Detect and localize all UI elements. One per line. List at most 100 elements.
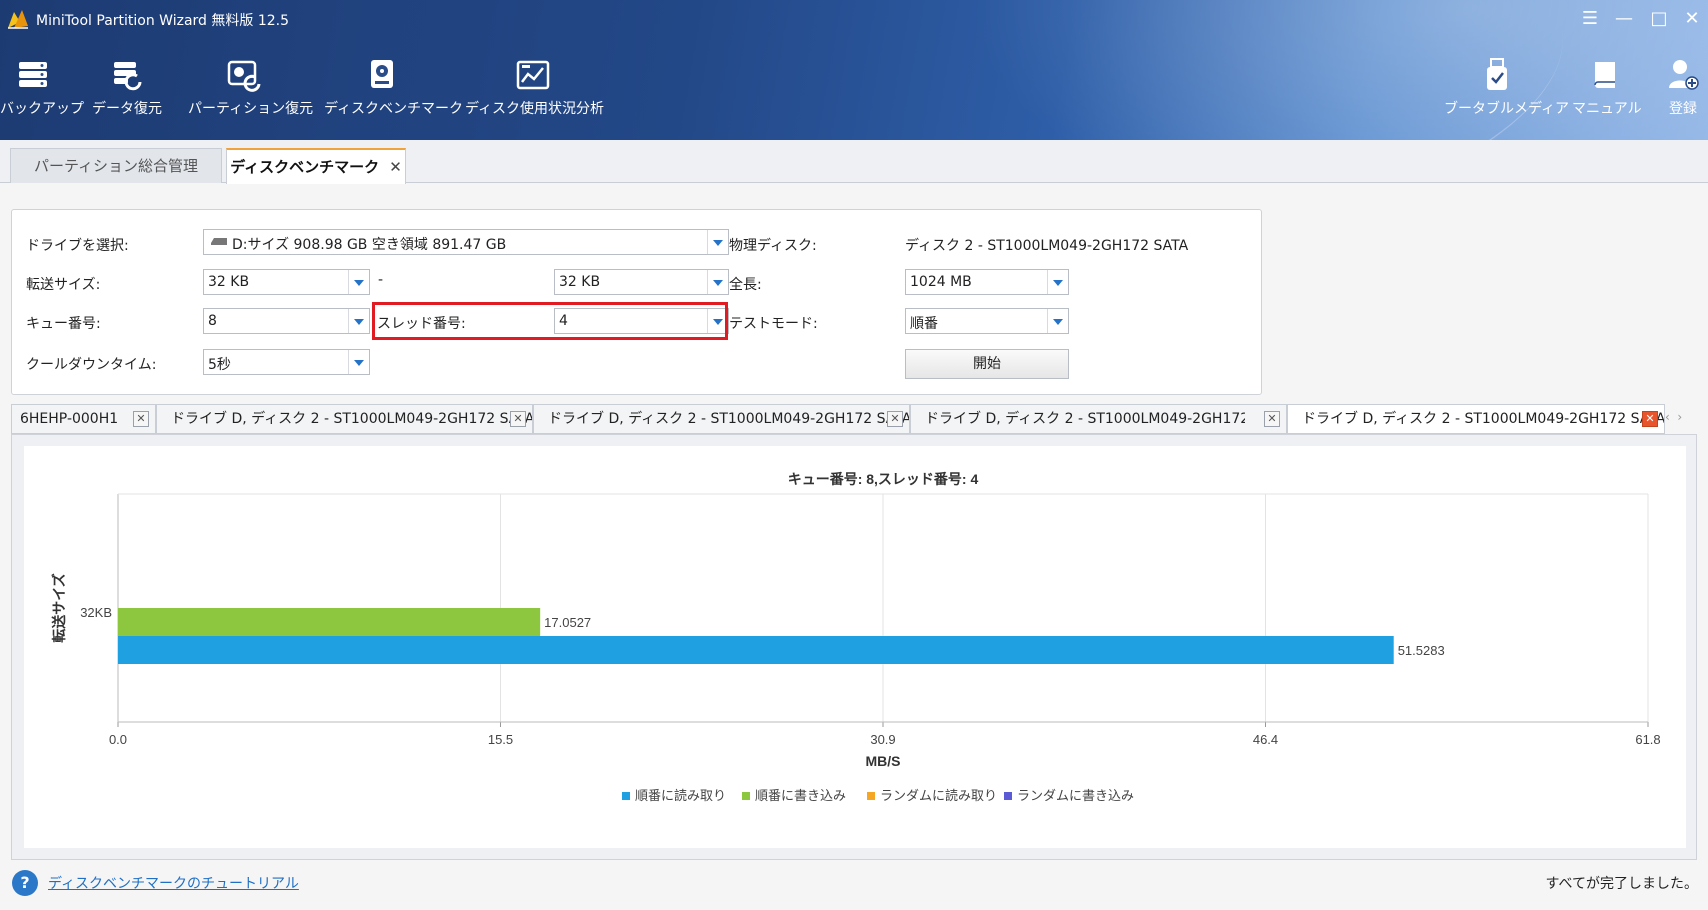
toolbar-partition-recovery-label: パーティション復元	[188, 101, 314, 117]
physical-disk-label: 物理ディスク:	[729, 238, 817, 254]
queue-number-dropdown[interactable]: 8	[203, 308, 370, 334]
chart-data-label: 51.5283	[1398, 643, 1445, 658]
toolbar-data-recovery-button[interactable]: データ復元	[92, 58, 162, 118]
drive-select-value: D:サイズ 908.98 GB 空き領域 891.47 GB	[232, 237, 507, 253]
chart-legend-label: ランダムに書き込み	[1017, 788, 1134, 803]
app-logo-icon	[8, 10, 28, 29]
toolbar-register-button[interactable]: 登録	[1660, 58, 1706, 118]
benchmark-chart: キュー番号: 8,スレッド番号: 4 0.0 15.5 30.9 46.4 61.8 MB/…	[51, 471, 1661, 803]
chevron-down-icon	[348, 309, 369, 333]
tab-partition-management[interactable]: パーティション総合管理	[10, 148, 222, 183]
toolbar-disk-benchmark-label: ディスクベンチマーク	[324, 101, 464, 117]
chart-legend-label: 順番に書き込み	[755, 788, 846, 803]
minimize-button[interactable]: —	[1610, 8, 1638, 29]
transfer-size-dash: -	[378, 272, 384, 288]
result-tab-bar: 6HEHP-000H1 ✕ ドライブ D, ディスク 2 - ST1000LM0…	[11, 404, 1691, 434]
tab-partition-management-label: パーティション総合管理	[33, 157, 199, 175]
total-length-dropdown[interactable]: 1024 MB	[905, 269, 1069, 295]
chart-legend-label: 順番に読み取り	[635, 788, 726, 803]
result-tab[interactable]: ドライブ D, ディスク 2 - ST1000LM049-2GH172 SATA…	[156, 404, 533, 434]
chart-y-axis-label: 転送サイズ	[51, 573, 67, 643]
chart-legend-swatch	[867, 792, 875, 800]
result-tab-label: ドライブ D, ディスク 2 - ST1000LM049-2GH172 SATA	[171, 411, 533, 427]
bootable-media-icon	[1487, 58, 1507, 90]
chevron-down-icon	[348, 350, 369, 374]
tab-disk-benchmark-label: ディスクベンチマーク	[230, 158, 380, 176]
result-tab-label: ドライブ D, ディスク 2 - ST1000LM049-2GH172 SATA	[925, 411, 1245, 427]
data-recovery-icon	[114, 62, 142, 91]
chevron-down-icon	[707, 270, 728, 294]
chevron-down-icon	[1047, 270, 1068, 294]
toolbar-backup-button[interactable]: バックアップ	[0, 58, 84, 118]
tab-close-icon[interactable]: ✕	[389, 158, 402, 176]
chart-y-tick-label: 32KB	[80, 605, 112, 620]
close-icon[interactable]: ✕	[1642, 411, 1658, 427]
toolbar-space-analyzer-label: ディスク使用状況分析	[465, 101, 605, 117]
chart-panel: キュー番号: 8,スレッド番号: 4 0.0 15.5 30.9 46.4 61.8 MB/…	[24, 446, 1686, 848]
toolbar-bootable-media-label: ブータブルメディア	[1444, 101, 1570, 117]
chart-x-tick-label: 30.9	[870, 732, 895, 747]
close-button[interactable]: ✕	[1678, 8, 1706, 29]
chart-legend-swatch	[622, 792, 630, 800]
drive-select-dropdown[interactable]: D:サイズ 908.98 GB 空き領域 891.47 GB	[203, 229, 729, 255]
main-tab-bar: パーティション総合管理 ディスクベンチマーク ✕	[0, 140, 1708, 184]
result-tab-label: ドライブ D, ディスク 2 - ST1000LM049-2GH172 SATA	[1302, 411, 1665, 427]
chart-legend-swatch	[742, 792, 750, 800]
chart-data-label: 17.0527	[544, 615, 591, 630]
close-icon[interactable]: ✕	[1264, 411, 1280, 427]
transfer-size-from-dropdown[interactable]: 32 KB	[203, 269, 370, 295]
menu-icon[interactable]: ☰	[1576, 8, 1604, 29]
tab-scroll-arrows[interactable]: ‹ ›	[1665, 410, 1682, 424]
transfer-size-label: 転送サイズ:	[26, 277, 101, 293]
app-header: MiniTool Partition Wizard 無料版 12.5 ☰ — □…	[0, 0, 1708, 140]
chart-x-tick-label: 46.4	[1253, 732, 1278, 747]
toolbar-space-analyzer-button[interactable]: ディスク使用状況分析	[465, 58, 605, 118]
chart-title: キュー番号: 8,スレッド番号: 4	[788, 471, 979, 487]
help-icon[interactable]: ?	[12, 870, 38, 896]
toolbar-manual-label: マニュアル	[1572, 101, 1642, 117]
queue-number-value: 8	[208, 313, 217, 329]
transfer-size-to-dropdown[interactable]: 32 KB	[554, 269, 729, 295]
space-analyzer-icon	[516, 60, 550, 90]
toolbar-disk-benchmark-button[interactable]: ディスクベンチマーク	[324, 58, 463, 118]
total-length-label: 全長:	[729, 277, 762, 293]
tab-disk-benchmark[interactable]: ディスクベンチマーク ✕	[226, 148, 406, 184]
close-icon[interactable]: ✕	[510, 411, 526, 427]
cooldown-time-value: 5秒	[208, 357, 231, 373]
toolbar-bootable-media-button[interactable]: ブータブルメディア	[1444, 58, 1569, 118]
result-tab[interactable]: 6HEHP-000H1 ✕	[11, 404, 156, 434]
chevron-down-icon	[348, 270, 369, 294]
disk-benchmark-icon	[371, 60, 393, 88]
toolbar-partition-recovery-button[interactable]: パーティション復元	[188, 58, 313, 118]
tutorial-link[interactable]: ディスクベンチマークのチュートリアル	[48, 873, 299, 893]
thread-number-highlight-box	[372, 302, 728, 340]
chart-bar	[118, 608, 541, 636]
maximize-button[interactable]: □	[1645, 8, 1673, 29]
toolbar-manual-button[interactable]: マニュアル	[1572, 58, 1642, 118]
chart-x-tick-label: 61.8	[1635, 732, 1660, 747]
transfer-size-to-value: 32 KB	[559, 274, 601, 290]
chart-x-axis-label: MB/S	[866, 753, 901, 769]
physical-disk-value: ディスク 2 - ST1000LM049-2GH172 SATA	[905, 238, 1189, 254]
chart-x-tick-label: 15.5	[488, 732, 513, 747]
transfer-size-from-value: 32 KB	[208, 274, 250, 290]
result-tab[interactable]: ドライブ D, ディスク 2 - ST1000LM049-2GH172 SATA…	[910, 404, 1287, 434]
cooldown-time-dropdown[interactable]: 5秒	[203, 349, 370, 375]
test-mode-dropdown[interactable]: 順番	[905, 308, 1069, 334]
close-icon[interactable]: ✕	[133, 411, 149, 427]
result-tab-active[interactable]: ドライブ D, ディスク 2 - ST1000LM049-2GH172 SATA…	[1287, 404, 1665, 434]
cooldown-time-label: クールダウンタイム:	[26, 357, 157, 373]
status-text: すべてが完了しました。	[1545, 876, 1698, 892]
chevron-down-icon	[707, 230, 728, 254]
register-icon	[1669, 60, 1699, 90]
chevron-down-icon	[1047, 309, 1068, 333]
app-title: MiniTool Partition Wizard 無料版 12.5	[36, 13, 289, 29]
start-button[interactable]: 開始	[905, 349, 1069, 379]
toolbar-backup-label: バックアップ	[0, 101, 84, 117]
manual-icon	[1594, 62, 1615, 88]
close-icon[interactable]: ✕	[887, 411, 903, 427]
result-tab-label: 6HEHP-000H1	[20, 411, 119, 427]
test-mode-label: テストモード:	[729, 316, 818, 332]
result-tab[interactable]: ドライブ D, ディスク 2 - ST1000LM049-2GH172 SATA…	[533, 404, 910, 434]
backup-icon	[19, 62, 47, 87]
